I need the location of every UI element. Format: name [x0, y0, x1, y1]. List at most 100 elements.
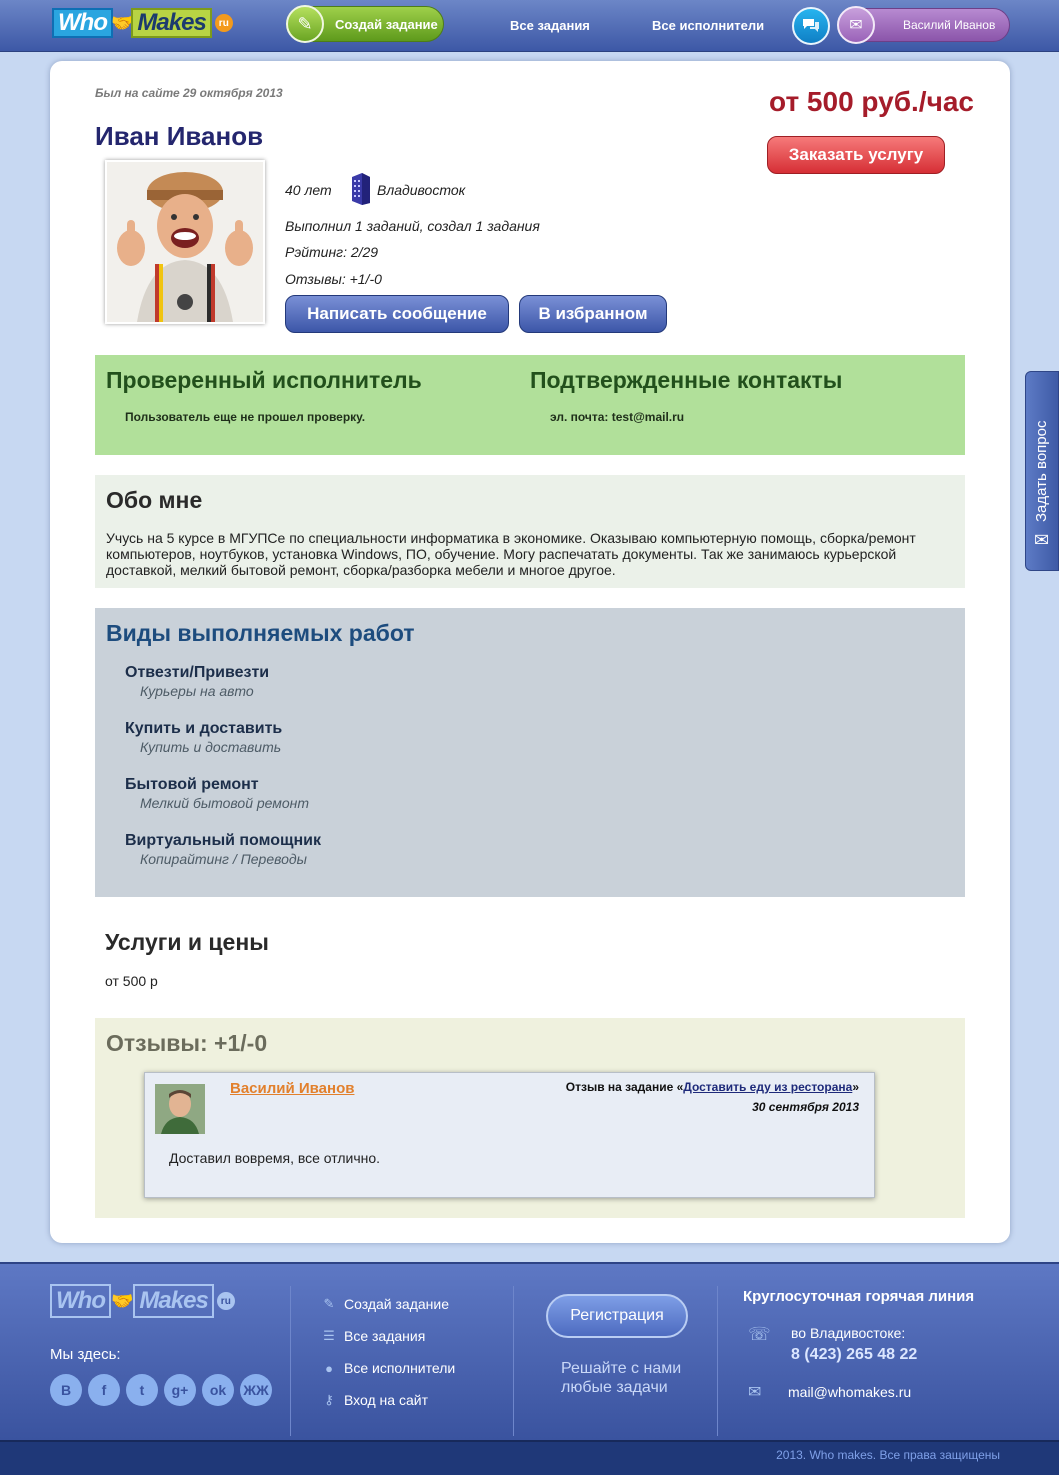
work-type-item: Отвезти/Привезти Курьеры на авто — [125, 664, 269, 699]
profile-age: 40 лет — [285, 182, 332, 198]
about-text: Учусь на 5 курсе в МГУПСе по специальнос… — [106, 530, 916, 578]
profile-name: Иван Иванов — [95, 121, 264, 151]
register-button[interactable]: Регистрация — [546, 1294, 688, 1338]
avatar-photo — [107, 162, 263, 322]
footer-divider — [513, 1286, 514, 1436]
footer-link-label: Все задания — [344, 1328, 426, 1344]
footer-logo-makes: Makes — [133, 1284, 214, 1318]
nav-all-tasks[interactable]: Все задания — [510, 18, 590, 33]
copyright: 2013. Who makes. Все права защищены — [776, 1448, 1000, 1462]
footer-slogan: Решайте с нами любые задачи — [561, 1360, 682, 1396]
reviewer-avatar[interactable] — [155, 1084, 205, 1134]
favorite-button[interactable]: В избранном — [519, 295, 667, 333]
logo-who: Who — [52, 8, 113, 38]
livejournal-icon[interactable]: ЖЖ — [240, 1374, 272, 1406]
write-message-button[interactable]: Написать сообщение — [285, 295, 509, 333]
footer-link-label: Все исполнители — [344, 1360, 456, 1376]
footer-logo[interactable]: Who 🤝 Makes ru — [50, 1284, 235, 1318]
profile-rating: Рэйтинг: 2/29 — [285, 244, 379, 260]
logo-makes: Makes — [131, 8, 212, 38]
footer-link-all-performers[interactable]: ● Все исполнители — [322, 1360, 455, 1376]
footer-link-label: Вход на сайт — [344, 1392, 428, 1408]
hotline-title: Круглосуточная горячая линия — [743, 1288, 975, 1305]
footer-logo-tld: ru — [216, 1292, 235, 1310]
work-types-section: Виды выполняемых работ Отвезти/Привезти … — [95, 608, 965, 897]
work-type-subcategory: Курьеры на авто — [140, 683, 254, 699]
top-navigation-bar: Who 🤝 Makes ru ✎ Создай задание Все зада… — [0, 0, 1059, 52]
footer-link-login[interactable]: ⚷ Вход на сайт — [322, 1392, 428, 1408]
footer-divider — [717, 1286, 718, 1436]
review-task: Отзыв на задание «Доставить еду из ресто… — [566, 1080, 859, 1094]
copyright-bar: 2013. Who makes. Все права защищены — [0, 1440, 1059, 1475]
confirmed-contacts-title: Подтвержденные контакты — [530, 367, 843, 393]
work-type-item: Бытовой ремонт Мелкий бытовой ремонт — [125, 776, 309, 811]
odnoklassniki-icon[interactable]: ok — [202, 1374, 234, 1406]
footer-link-label: Создай задание — [344, 1296, 450, 1312]
work-type-item: Купить и доставить Купить и доставить — [125, 720, 282, 755]
person-icon: ● — [325, 1360, 333, 1376]
work-type-subcategory: Копирайтинг / Переводы — [140, 851, 307, 867]
footer-logo-who: Who — [50, 1284, 111, 1318]
envelope-icon[interactable]: ✉ — [837, 6, 875, 44]
pencil-icon: ✎ — [286, 5, 324, 43]
footer-divider — [290, 1286, 291, 1436]
work-type-item: Виртуальный помощник Копирайтинг / Перев… — [125, 832, 321, 867]
hotline-phone: 8 (423) 265 48 22 — [791, 1346, 918, 1363]
verification-status: Пользователь еще не прошел проверку. — [125, 410, 366, 424]
nav-all-performers[interactable]: Все исполнители — [652, 18, 764, 33]
logo-tld: ru — [214, 14, 233, 32]
review-card: Василий Иванов Отзыв на задание «Достави… — [144, 1072, 875, 1198]
footer-link-create-task[interactable]: ✎ Создай задание — [322, 1296, 449, 1312]
services-price: от 500 р — [105, 973, 158, 989]
avatar — [105, 160, 265, 324]
profile-reviews-count: Отзывы: +1/-0 — [285, 271, 382, 287]
review-task-suffix: » — [852, 1080, 859, 1094]
building-icon — [352, 173, 370, 205]
work-types-title: Виды выполняемых работ — [106, 620, 415, 646]
key-icon: ⚷ — [324, 1392, 334, 1407]
review-task-link[interactable]: Доставить еду из ресторана — [683, 1080, 852, 1094]
order-service-button[interactable]: Заказать услугу — [767, 136, 945, 174]
facebook-icon[interactable]: f — [88, 1374, 120, 1406]
footer-link-all-tasks[interactable]: ☰ Все задания — [322, 1328, 425, 1344]
verification-section: Проверенный исполнитель Пользователь еще… — [95, 355, 965, 455]
last-seen: Был на сайте 29 октября 2013 — [95, 86, 283, 100]
hotline-city: во Владивостоке: — [791, 1325, 906, 1341]
reviews-section: Отзывы: +1/-0 Василий Иванов Отзыв на за… — [95, 1018, 965, 1218]
google-plus-icon[interactable]: g+ — [164, 1374, 196, 1406]
review-date: 30 сентября 2013 — [752, 1100, 859, 1114]
reviewer-name[interactable]: Василий Иванов — [230, 1080, 354, 1097]
review-task-prefix: Отзыв на задание « — [565, 1080, 684, 1094]
twitter-icon[interactable]: t — [126, 1374, 158, 1406]
reviews-title: Отзывы: +1/-0 — [106, 1030, 268, 1056]
handshake-icon: 🤝 — [110, 1290, 134, 1311]
profile-city: Владивосток — [377, 182, 466, 198]
current-user-name: Василий Иванов — [903, 18, 996, 32]
about-title: Обо мне — [106, 487, 203, 513]
services-title: Услуги и цены — [105, 929, 269, 955]
work-type-title[interactable]: Виртуальный помощник — [125, 832, 321, 850]
chat-bubbles-icon[interactable] — [792, 7, 830, 45]
profile-price: от 500 руб./час — [769, 86, 974, 117]
ask-question-label: Задать вопрос — [1033, 420, 1050, 522]
review-text: Доставил вовремя, все отлично. — [169, 1150, 381, 1166]
we-here-label: Мы здесь: — [50, 1346, 121, 1363]
verified-performer-title: Проверенный исполнитель — [106, 367, 422, 393]
work-type-title[interactable]: Отвезти/Привезти — [125, 664, 269, 682]
envelope-icon: ✉ — [748, 1384, 762, 1401]
work-type-subcategory: Купить и доставить — [140, 739, 282, 755]
profile-card: Был на сайте 29 октября 2013 Иван Иванов… — [50, 61, 1010, 1243]
site-logo[interactable]: Who 🤝 Makes ru — [52, 8, 233, 38]
handshake-icon: 🤝 — [110, 12, 134, 33]
vk-icon[interactable]: В — [50, 1374, 82, 1406]
profile-stats: Выполнил 1 заданий, создал 1 задания — [285, 218, 540, 234]
create-task-label: Создай задание — [335, 16, 438, 32]
work-type-title[interactable]: Купить и доставить — [125, 720, 282, 738]
pencil-icon: ✎ — [323, 1296, 335, 1311]
footer-email[interactable]: mail@whomakes.ru — [788, 1384, 911, 1400]
create-task-button[interactable]: ✎ Создай задание — [286, 5, 444, 43]
user-menu[interactable]: ✉ Василий Иванов — [837, 6, 1010, 44]
confirmed-email: эл. почта: test@mail.ru — [550, 410, 685, 424]
ask-question-tab[interactable]: Задать вопрос ✉ — [1025, 371, 1059, 571]
work-type-title[interactable]: Бытовой ремонт — [125, 776, 309, 794]
